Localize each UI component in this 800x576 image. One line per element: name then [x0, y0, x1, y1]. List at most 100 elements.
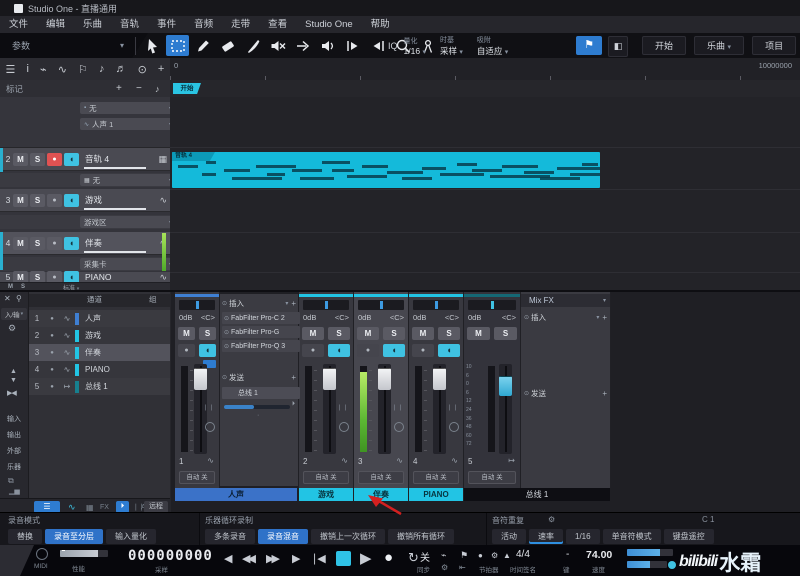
gain-value[interactable]: 0dB	[303, 313, 316, 322]
punch-out-tool-button[interactable]	[366, 35, 389, 56]
insert-slot-0[interactable]: ⊙FabFilter Pro-C 2	[222, 312, 300, 324]
time-display-unit[interactable]: 采样	[155, 564, 168, 574]
punch-in-tool-button[interactable]	[341, 35, 364, 56]
bend-tool-button[interactable]	[291, 35, 314, 56]
chevron-down-icon[interactable]: ▾	[596, 314, 599, 321]
fader-area[interactable]: ❘❘	[409, 364, 463, 456]
strip-solo-button[interactable]: S	[328, 327, 350, 340]
mixer-nav-输入[interactable]: 输入	[0, 414, 28, 424]
power-icon[interactable]: ⊙	[524, 314, 529, 321]
send-slot[interactable]: 总线 1	[222, 387, 300, 399]
menu-item-6[interactable]: 走带	[222, 16, 259, 33]
close-icon[interactable]: ✕	[4, 294, 11, 303]
track-input-select[interactable]: ▦无▾	[80, 174, 171, 186]
key-value[interactable]: -	[566, 549, 569, 560]
stop-button[interactable]	[336, 551, 351, 566]
strip-record-button[interactable]: ●	[412, 344, 434, 357]
add-send-button[interactable]: +	[291, 373, 296, 382]
pencil-tool-button[interactable]	[191, 35, 214, 56]
menu-item-0[interactable]: 文件	[0, 16, 37, 33]
prev-bar-button[interactable]: ◀	[224, 552, 232, 565]
option-button-键盘遥控[interactable]: 键盘遥控	[664, 529, 714, 544]
option-button-多条录音[interactable]: 多条录音	[205, 529, 255, 544]
clock-icon[interactable]: ⊙	[138, 63, 147, 76]
insert-slot-2[interactable]: ⊙FabFilter Pro-Q 3	[222, 340, 300, 352]
project-page-button[interactable]: 项目	[752, 36, 796, 55]
notes-icon[interactable]: ♪	[99, 63, 105, 75]
option-button-1/16[interactable]: 1/16	[566, 529, 600, 544]
fader-handle[interactable]	[433, 368, 446, 390]
track-monitor-button[interactable]: ◖	[64, 153, 79, 166]
automation-icon[interactable]: ∿	[58, 63, 67, 76]
track-header-游戏[interactable]: 3MS●◖游戏∿	[0, 189, 171, 212]
move-up-icon[interactable]: ▲	[10, 368, 17, 375]
mixer-strip-人声[interactable]: 0dB<C>MS●◖❘❘1∿自动 关	[175, 292, 220, 501]
quantize-group[interactable]: 量化 1/16 ▾	[404, 33, 426, 58]
track-volume-line[interactable]	[84, 167, 146, 169]
menu-item-1[interactable]: 编辑	[37, 16, 74, 33]
menu-item-2[interactable]: 乐曲	[74, 16, 111, 33]
track-monitor-button[interactable]: ◖	[64, 237, 79, 250]
wrench-icon[interactable]: ⌁	[40, 63, 47, 76]
mini-knob[interactable]	[205, 422, 215, 432]
pan-slider[interactable]	[468, 300, 516, 310]
track-input-select[interactable]: 采集卡▾	[80, 258, 171, 270]
strip-mute-button[interactable]: M	[412, 327, 434, 340]
track-record-arm-button[interactable]: ●	[47, 153, 62, 166]
strip-name-PIANO[interactable]: PIANO	[409, 488, 463, 501]
mini-knob[interactable]	[449, 422, 459, 432]
fader-track[interactable]	[378, 364, 391, 454]
song-page-button[interactable]: 乐曲 ▾	[694, 36, 744, 55]
list-icon[interactable]: ☰	[6, 63, 16, 76]
mixer-strip-PIANO[interactable]: 0dB<C>MS●◖❘❘4∿自动 关	[409, 292, 464, 501]
strip-mute-button[interactable]: M	[302, 327, 324, 340]
track-monitor-button[interactable]: ◖	[64, 194, 79, 207]
chevron-down-icon[interactable]: ▾	[603, 297, 606, 304]
autoscroll-flag-button[interactable]: ⚑	[576, 36, 602, 55]
power-icon[interactable]: ⊙	[224, 329, 229, 336]
pin-icon[interactable]: ⚲	[16, 294, 22, 303]
volume-knob[interactable]	[668, 561, 676, 569]
strip-solo-button[interactable]: S	[494, 327, 517, 340]
menu-item-7[interactable]: 查看	[259, 16, 296, 33]
strip-name-总线 1[interactable]: 总线 1	[464, 488, 610, 501]
track-header-音轨 4[interactable]: 2MS●◖音轨 4▦	[0, 148, 171, 171]
link-icon[interactable]: ❘❘	[447, 404, 459, 411]
track-mute-button[interactable]: M	[13, 237, 28, 250]
mixer-strip-总线 1[interactable]: 0dB<C>MS106061224364860725↦自动 关	[464, 292, 521, 501]
track-solo-button[interactable]: S	[30, 153, 45, 166]
mixfx-header[interactable]: Mix FX▾	[521, 294, 610, 307]
return-to-start-button[interactable]: ❘◀	[310, 552, 324, 565]
arrange-view[interactable]: 音轨 4	[170, 97, 800, 290]
split-tool-button[interactable]	[241, 35, 264, 56]
menu-item-9[interactable]: 帮助	[362, 16, 399, 33]
midi-clip[interactable]: 音轨 4	[172, 152, 600, 188]
fader-handle[interactable]	[499, 376, 512, 396]
automation-mode-button[interactable]: 自动 关	[179, 471, 215, 484]
pan-value[interactable]: <C>	[201, 313, 215, 322]
strip-solo-button[interactable]: S	[438, 327, 460, 340]
precount-icon[interactable]: ⌁	[441, 550, 446, 561]
power-icon[interactable]: ⊙	[222, 374, 227, 381]
channel-list-row-人声[interactable]: 1●∿人声	[29, 310, 170, 327]
add-send-button[interactable]: +	[602, 389, 607, 398]
remove-marker-button[interactable]: −	[136, 83, 142, 94]
start-marker[interactable]: 开始	[173, 83, 201, 94]
track-solo-button[interactable]: S	[30, 237, 45, 250]
monitor-speaker-button[interactable]: ◧	[608, 36, 628, 57]
option-button-单音符模式[interactable]: 单音符模式	[603, 529, 661, 544]
metronome-icon[interactable]: ▲	[503, 551, 511, 560]
gain-value[interactable]: 0dB	[179, 313, 192, 322]
volume-slider[interactable]	[627, 561, 667, 568]
track-header-伴奏[interactable]: 4MS●◖伴奏∿	[0, 232, 171, 255]
strip-mute-button[interactable]: M	[357, 327, 379, 340]
strip-name-伴奏[interactable]: 伴奏	[354, 488, 408, 501]
pan-value[interactable]: <C>	[390, 313, 404, 322]
strip-record-button[interactable]: ●	[178, 344, 195, 357]
track-mute-button[interactable]: M	[13, 271, 28, 283]
pan-value[interactable]: <C>	[502, 313, 516, 322]
track-input-select[interactable]: 游戏区▾	[80, 216, 171, 228]
channel-list-row-PIANO[interactable]: 4●∿PIANO	[29, 361, 170, 378]
pan-slider[interactable]	[413, 300, 459, 310]
option-button-撤销上一次循环[interactable]: 撤销上一次循环	[311, 529, 385, 544]
